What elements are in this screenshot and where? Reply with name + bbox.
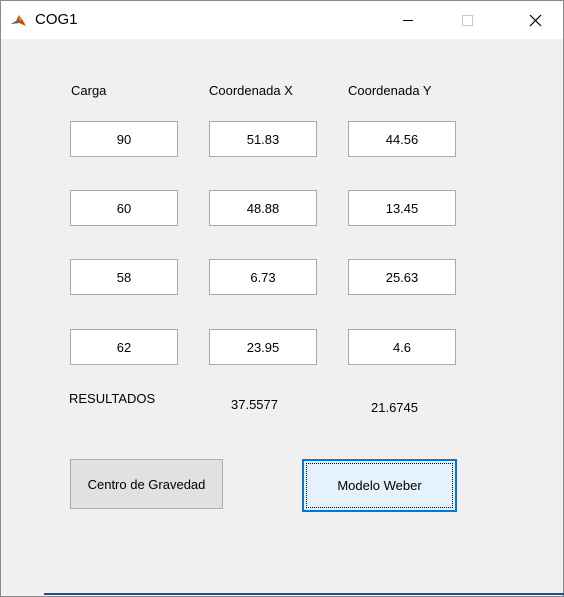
coord-x-field-4[interactable]: 23.95 bbox=[209, 329, 317, 365]
coord-x-field-2[interactable]: 48.88 bbox=[209, 190, 317, 226]
minimize-button[interactable] bbox=[385, 1, 431, 39]
modelo-weber-button[interactable]: Modelo Weber bbox=[302, 459, 457, 512]
coord-x-field-1[interactable]: 51.83 bbox=[209, 121, 317, 157]
coord-y-field-4[interactable]: 4.6 bbox=[348, 329, 456, 365]
resultados-label: RESULTADOS bbox=[69, 391, 156, 406]
carga-field-2[interactable]: 60 bbox=[70, 190, 178, 226]
cog1-window: COG1 Carga Coordenada X Coordenada Y 90 … bbox=[0, 0, 564, 597]
maximize-button[interactable] bbox=[445, 1, 491, 39]
form-area: Carga Coordenada X Coordenada Y 90 51.83… bbox=[1, 39, 563, 596]
minimize-icon bbox=[403, 20, 413, 21]
coord-y-header: Coordenada Y bbox=[348, 83, 432, 98]
carga-field-3[interactable]: 58 bbox=[70, 259, 178, 295]
window-title: COG1 bbox=[35, 11, 78, 28]
window-bottom-accent bbox=[44, 593, 564, 595]
centro-gravedad-button[interactable]: Centro de Gravedad bbox=[70, 459, 223, 509]
coord-y-field-2[interactable]: 13.45 bbox=[348, 190, 456, 226]
result-x-value: 37.5577 bbox=[231, 397, 278, 412]
matlab-icon bbox=[10, 13, 27, 28]
centro-gravedad-label: Centro de Gravedad bbox=[87, 476, 206, 492]
coord-x-header: Coordenada X bbox=[209, 83, 293, 98]
carga-field-4[interactable]: 62 bbox=[70, 329, 178, 365]
coord-y-field-3[interactable]: 25.63 bbox=[348, 259, 456, 295]
coord-y-field-1[interactable]: 44.56 bbox=[348, 121, 456, 157]
carga-header: Carga bbox=[71, 83, 107, 98]
coord-x-field-3[interactable]: 6.73 bbox=[209, 259, 317, 295]
result-y-value: 21.6745 bbox=[371, 400, 418, 415]
maximize-icon bbox=[462, 15, 473, 26]
modelo-weber-label: Modelo Weber bbox=[337, 478, 422, 493]
close-icon bbox=[529, 14, 542, 27]
title-bar: COG1 bbox=[1, 1, 563, 39]
carga-field-1[interactable]: 90 bbox=[70, 121, 178, 157]
close-button[interactable] bbox=[513, 1, 559, 39]
